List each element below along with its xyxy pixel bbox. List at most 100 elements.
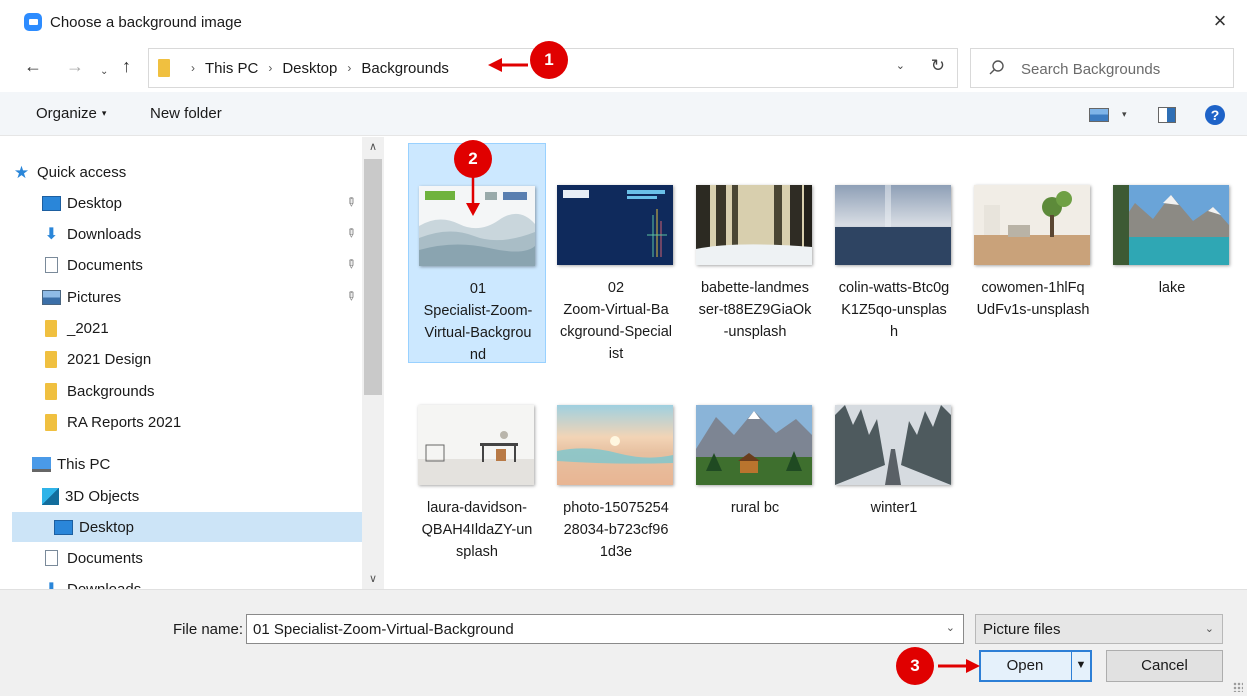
- breadcrumb-separator[interactable]: ›: [268, 61, 272, 75]
- sidebar-item-this-pc[interactable]: This PC: [32, 449, 362, 479]
- search-input[interactable]: [1021, 58, 1221, 80]
- folder-icon: [45, 350, 57, 368]
- rural-thumbnail-image: [696, 405, 812, 485]
- navigation-pane[interactable]: ★ Quick access Desktop ✎ ⬇ Downloads ✎ D…: [0, 137, 384, 589]
- sidebar-item-downloads[interactable]: ⬇ Downloads ✎: [42, 219, 362, 249]
- organize-menu-button[interactable]: Organize ▾: [36, 105, 106, 122]
- sidebar-item-backgrounds[interactable]: Backgrounds: [42, 376, 362, 406]
- sidebar-item-label: 2021 Design: [67, 350, 152, 368]
- sidebar-item-label: Downloads: [67, 225, 142, 243]
- sidebar-item-label: Quick access: [37, 163, 127, 181]
- downloads-icon: ⬇: [44, 225, 59, 243]
- file-name-label: winter1: [870, 500, 918, 516]
- breadcrumb-desktop[interactable]: Desktop: [282, 60, 337, 77]
- desktop-icon: [42, 195, 61, 211]
- preview-pane-icon[interactable]: [1158, 107, 1176, 123]
- file-tile-laura-davidson[interactable]: laura-davidson- QBAH4IldaZY-un splash: [408, 363, 546, 583]
- zoom-app-icon: [24, 13, 42, 31]
- chevron-down-icon[interactable]: ⌄: [1205, 622, 1214, 635]
- this-pc-icon: [32, 456, 51, 472]
- sidebar-item-2021[interactable]: _2021: [42, 313, 362, 343]
- navigation-row: ← → ⌄ ↑ › This PC › Desktop › Background…: [0, 44, 1247, 90]
- open-options-arrow-icon[interactable]: ▼: [1074, 659, 1088, 671]
- navigation-pane-scrollbar[interactable]: ∧ ∨: [362, 137, 384, 589]
- breadcrumb-separator: ›: [191, 61, 195, 75]
- documents-icon: [45, 550, 58, 566]
- sidebar-item-2021-design[interactable]: 2021 Design: [42, 344, 362, 374]
- scrollbar-thumb[interactable]: [364, 159, 382, 395]
- winter-thumbnail-image: [835, 405, 951, 485]
- sidebar-item-pictures[interactable]: Pictures ✎: [42, 282, 362, 312]
- folder-icon: [158, 59, 170, 77]
- sidebar-item-label: Backgrounds: [67, 382, 155, 400]
- lake-thumbnail-image: [1113, 185, 1229, 265]
- annotation-callout-2: 2: [454, 140, 492, 178]
- breadcrumb-backgrounds[interactable]: Backgrounds: [361, 60, 449, 77]
- sidebar-item-desktop-selected[interactable]: Desktop: [12, 512, 362, 542]
- file-tile-lake[interactable]: lake: [1103, 143, 1241, 363]
- pin-icon[interactable]: ✎: [342, 287, 359, 304]
- file-tile-colin-watts[interactable]: colin-watts-Btc0g K1Z5qo-unsplas h: [825, 143, 963, 363]
- open-button[interactable]: Open ▼: [979, 650, 1092, 682]
- sidebar-item-quick-access[interactable]: ★ Quick access: [12, 157, 362, 187]
- file-name-input[interactable]: [253, 619, 933, 639]
- room-thumbnail-image: [974, 185, 1090, 265]
- sidebar-item-documents[interactable]: Documents: [42, 543, 362, 573]
- file-list[interactable]: 01 Specialist-Zoom- Virtual-Backgrou nd …: [384, 137, 1247, 589]
- file-name-combobox[interactable]: ⌄: [246, 614, 964, 644]
- view-options-caret-icon[interactable]: ▾: [1122, 109, 1127, 120]
- folder-icon: [45, 319, 57, 337]
- file-type-select[interactable]: Picture files ⌄: [975, 614, 1223, 644]
- file-tile-cowomen[interactable]: cowomen-1hlFq UdFv1s-unsplash: [964, 143, 1102, 363]
- cancel-button[interactable]: Cancel: [1106, 650, 1223, 682]
- back-arrow-icon[interactable]: ←: [24, 54, 42, 78]
- new-folder-button[interactable]: New folder: [150, 105, 222, 122]
- sidebar-item-documents[interactable]: Documents ✎: [42, 250, 362, 280]
- resize-grip-icon[interactable]: [1233, 682, 1243, 692]
- file-name-label: cowomen-1hlFq UdFv1s-unsplash: [976, 280, 1090, 318]
- sidebar-item-label: Pictures: [67, 288, 122, 306]
- pin-icon[interactable]: ✎: [342, 224, 359, 241]
- 3d-objects-icon: [42, 487, 59, 505]
- scroll-up-icon[interactable]: ∧: [362, 137, 384, 157]
- file-name-label: lake: [1158, 280, 1186, 296]
- office-thumbnail-image: [418, 405, 534, 485]
- change-view-icon[interactable]: [1089, 108, 1109, 122]
- sidebar-item-label: Documents: [67, 549, 143, 567]
- close-icon[interactable]: ×: [1207, 8, 1233, 34]
- file-tile-winter1[interactable]: winter1: [825, 363, 963, 583]
- sidebar-item-ra-reports-2021[interactable]: RA Reports 2021: [42, 407, 362, 437]
- sidebar-item-label: Desktop: [67, 194, 123, 212]
- search-box[interactable]: [970, 48, 1234, 88]
- pin-icon[interactable]: ✎: [342, 255, 359, 272]
- folder-icon: [45, 382, 57, 400]
- recent-locations-chevron-icon[interactable]: ⌄: [100, 60, 108, 84]
- caret-down-icon: ▾: [101, 108, 107, 118]
- forward-arrow-icon[interactable]: →: [66, 54, 84, 78]
- up-arrow-icon[interactable]: ↑: [122, 54, 131, 78]
- sidebar-item-label: _2021: [67, 319, 109, 337]
- breadcrumb-this-pc[interactable]: This PC: [205, 60, 258, 77]
- file-tile-babette-landmesser[interactable]: babette-landmes ser-t88EZ9GiaOk -unsplas…: [686, 143, 824, 363]
- scroll-down-icon[interactable]: ∨: [362, 569, 384, 589]
- star-icon: ★: [13, 162, 30, 182]
- window-title: Choose a background image: [50, 13, 242, 31]
- sidebar-item-downloads[interactable]: ⬇ Downloads: [42, 574, 362, 590]
- breadcrumb: › This PC › Desktop › Backgrounds: [181, 49, 449, 87]
- file-tile-02-zoom-virtual-background-specialist[interactable]: 02 Zoom-Virtual-Ba ckground-Special ist: [547, 143, 685, 363]
- breadcrumb-separator[interactable]: ›: [347, 61, 351, 75]
- annotation-callout-3: 3: [896, 647, 934, 685]
- pin-icon[interactable]: ✎: [342, 193, 359, 210]
- sea-thumbnail-image: [835, 185, 951, 265]
- help-icon[interactable]: ?: [1205, 105, 1225, 125]
- file-tile-photo-15075254[interactable]: photo-15075254 28034-b723cf96 1d3e: [547, 363, 685, 583]
- pictures-icon: [42, 289, 61, 305]
- sidebar-item-desktop[interactable]: Desktop ✎: [42, 188, 362, 218]
- refresh-icon[interactable]: ↻: [931, 56, 945, 76]
- file-name-label: babette-landmes ser-t88EZ9GiaOk -unsplas…: [698, 280, 812, 340]
- address-dropdown-chevron-icon[interactable]: ⌄: [896, 59, 905, 72]
- sidebar-item-3d-objects[interactable]: 3D Objects: [42, 481, 362, 511]
- file-tile-rural-bc[interactable]: rural bc: [686, 363, 824, 583]
- chevron-down-icon[interactable]: ⌄: [946, 621, 955, 634]
- command-toolbar: Organize ▾ New folder ▾ ?: [0, 92, 1247, 136]
